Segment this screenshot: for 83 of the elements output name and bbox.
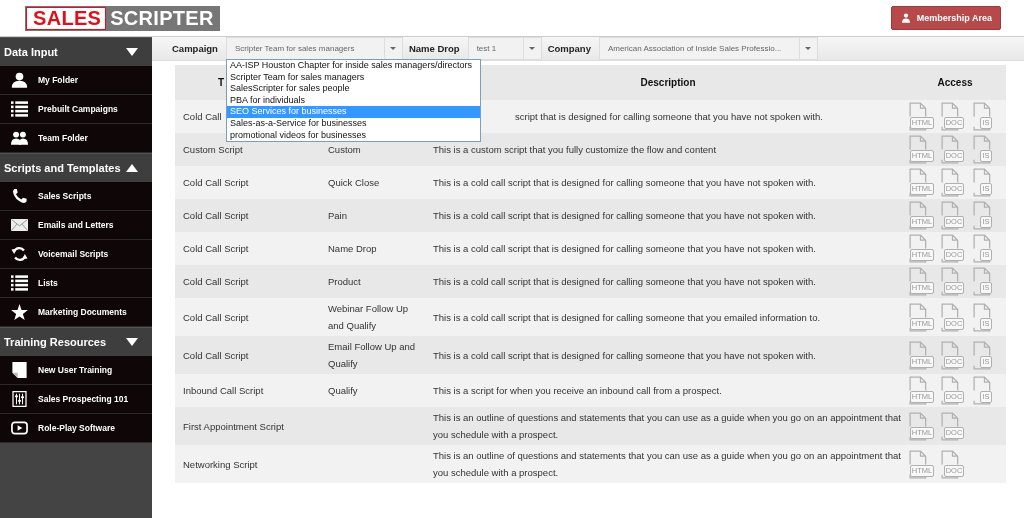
sidebar-item[interactable]: Sales Scripts [0,182,152,211]
sidebar-item[interactable]: Role-Play Software [0,414,152,443]
sidebar-item[interactable]: My Folder [0,66,152,95]
person-icon [901,13,910,23]
logo-text: SCRIPTER [106,6,219,30]
sidebar-item[interactable]: Marketing Documents [0,298,152,327]
table-cell: Cold Call Script [183,311,249,323]
table-cell: This is a cold call script that is designed for calling someone that you emailed information to. [433,311,821,323]
dropdown-option[interactable]: Sales-as-a-Service for businesses [226,117,480,130]
table-cell: Cold Call [183,111,222,122]
sidebar-item[interactable]: Sales Prospecting 101 [0,385,152,414]
table-cell: Custom [328,144,361,155]
caret-icon [805,47,812,50]
expand-icon [126,338,138,346]
list-icon [10,275,28,291]
table-cell: Cold Call Script [183,210,249,221]
table-cell: Quick Close [328,177,380,188]
envelope-icon [10,217,28,233]
table-cell: script that is designed for calling someone that you have not spoken with. [515,111,823,122]
table-cell: Webinar Follow Up and Qualify [328,303,409,331]
dropdown-option[interactable]: SEO Services for businesses [226,106,480,118]
sidebar-section-header[interactable]: Data Input [0,37,152,66]
section-title: Training Resources [4,336,107,348]
table-cell: Inbound Call Script [183,385,264,396]
table-cell: This is an outline of questions and statements that you can use as a guide when you go on an appointment that you schedule with a prospect. [433,450,901,478]
section-title: Data Input [4,46,58,58]
sidebar-item[interactable]: Team Folder [0,124,152,153]
person-icon [10,72,28,88]
table-cell: Custom Script [183,144,243,155]
sidebar-item[interactable]: New User Training [0,356,152,385]
sidebar-item[interactable]: Emails and Letters [0,211,152,240]
table-cell: Name Drop [328,243,377,254]
filter-label: Company [547,43,592,54]
table-cell: Product [328,276,361,287]
section-title: Scripts and Templates [4,162,121,174]
sidebar-item[interactable]: Voicemail Scripts [0,240,152,269]
table-cell: This is an outline of questions and statements that you can use as a guide when you go on an appointment that you schedule with a prospect. [433,412,901,440]
collapse-icon [126,164,138,172]
table-cell: Cold Call Script [183,177,249,188]
select-field[interactable]: test 1 [467,37,542,60]
table-cell: This is a cold call script that is designed for calling someone that you have not spoken with. [433,276,816,287]
phone-icon [10,188,28,204]
table-cell: Cold Call Script [183,243,249,254]
caret-icon [529,47,536,50]
table-cell: This is a cold call script that is designed for calling someone that you have not spoken with. [433,349,816,361]
dropdown-option[interactable]: SalesScripter for sales people [226,83,480,95]
document-icon [10,362,28,378]
sliders-icon [10,391,28,407]
select-field[interactable]: American Association of Inside Sales Professio... [598,37,818,60]
expand-icon [126,48,138,56]
column-header: Access [937,77,973,88]
table-cell: This is a cold call script that is designed for calling someone that you have not spoken with. [433,243,816,254]
table-cell: This is a script for when you receive an inbound call from a prospect. [433,385,722,396]
table-cell: This is a cold call script that is designed for calling someone that you have not spoken with. [433,177,816,188]
dropdown-option[interactable]: PBA for individuals [226,94,480,107]
dropdown-option[interactable]: Scripter Team for sales managers [226,71,480,84]
table-cell: Pain [328,210,347,221]
play-icon [10,420,28,436]
people-icon [10,130,28,146]
dropdown-option[interactable]: AA-ISP Houston Chapter for inside sales managers/directors [226,60,480,72]
membership-button[interactable]: Membership Area [890,6,1001,30]
table-cell: This is a custom script that you fully customize the flow and content [433,144,716,155]
sidebar-item[interactable]: Prebuilt Campaigns [0,95,152,124]
table-cell: Networking Script [183,458,258,470]
star-icon [10,304,28,320]
table-cell: Qualify [328,385,358,396]
caret-icon [390,47,397,50]
filter-label: Campaign [172,43,219,54]
sidebar-section-header[interactable]: Scripts and Templates [0,153,152,182]
table-cell: First Appointment Script [183,420,284,432]
dropdown-option[interactable]: promotional videos for businesses [226,129,480,142]
column-header: T [218,77,225,88]
list-icon [10,101,28,117]
table-cell: Cold Call Script [183,276,249,287]
sync-icon [10,246,28,262]
table-cell: Cold Call Script [183,349,249,361]
logo-text: SALES [26,6,107,30]
table-cell: This is a cold call script that is designed for calling someone that you have not spoken with. [433,210,816,221]
sidebar-item[interactable]: Lists [0,269,152,298]
table-cell: Email Follow Up and Qualify [328,341,416,369]
sidebar-section-header[interactable]: Training Resources [0,327,152,356]
filter-label: Name Drop [408,43,461,54]
column-header: Description [640,77,696,88]
